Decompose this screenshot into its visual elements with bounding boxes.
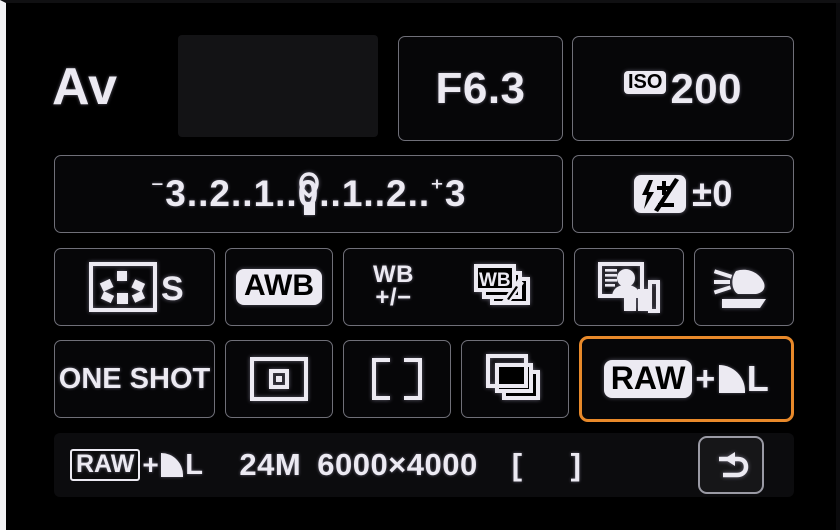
exposure-dots-1: .. xyxy=(186,173,210,214)
exposure-tick-plus3: 3 xyxy=(444,173,467,214)
auto-lighting-optimizer-button[interactable] xyxy=(574,248,684,326)
flash-exposure-compensation-field[interactable]: ±0 xyxy=(572,155,794,233)
raw-quality-icon: RAW xyxy=(603,360,693,398)
return-arrow-icon xyxy=(711,448,751,482)
af-operation-button[interactable]: ONE SHOT xyxy=(54,340,215,418)
iso-badge: ISO xyxy=(623,71,667,94)
metering-mode-icon xyxy=(713,263,774,311)
iso-value: 200 xyxy=(670,64,743,112)
svg-text:WB: WB xyxy=(479,270,511,291)
af-area-bracket-icon xyxy=(370,357,424,401)
status-raw-badge: RAW xyxy=(70,448,141,482)
status-plus-sign: + xyxy=(142,449,160,480)
fine-quality-glyph xyxy=(718,365,745,393)
status-bracket-close: ] xyxy=(570,447,582,482)
exposure-tick-minus3: 3 xyxy=(165,173,187,214)
flash-exposure-compensation-icon xyxy=(633,173,687,215)
exposure-dots-6: .. xyxy=(407,173,431,214)
picture-style-icon: S xyxy=(88,262,184,312)
status-resolution: 6000×4000 xyxy=(317,447,478,482)
white-balance-button[interactable]: AWB xyxy=(225,248,333,326)
status-fine-quality-glyph xyxy=(161,453,184,477)
drive-mode-button[interactable] xyxy=(461,340,569,418)
aperture-field[interactable]: F6.3 xyxy=(398,36,563,141)
quality-plus-sign: + xyxy=(695,359,716,398)
iso-field[interactable]: ISO 200 xyxy=(572,36,794,141)
exposure-zero-pointer xyxy=(298,172,319,199)
aperture-value: F6.3 xyxy=(435,63,526,113)
wb-shift-label-bottom: +/− xyxy=(375,284,412,311)
white-balance-correction-button[interactable]: WB +/− WB xyxy=(343,248,564,326)
auto-lighting-optimizer-icon xyxy=(598,261,660,313)
picture-style-button[interactable]: S xyxy=(54,248,215,326)
exposure-minus-sign: ⁻ xyxy=(150,173,166,203)
wb-bracketing-icon: WB xyxy=(472,261,534,313)
image-quality-group: RAW + L xyxy=(603,358,770,400)
exposure-compensation-scale[interactable]: ⁻3..2..1..0..1..2..⁺3 xyxy=(54,155,563,233)
metering-spot-button[interactable] xyxy=(225,340,333,418)
status-bar: RAW + L 24M 6000×4000 [ ] xyxy=(54,433,794,497)
shutter-speed-field[interactable] xyxy=(178,35,378,137)
awb-icon: AWB xyxy=(236,269,322,305)
exposure-dots-4: .. xyxy=(319,173,342,214)
exposure-dots-5: .. xyxy=(363,173,386,214)
exposure-level-indicator xyxy=(303,202,315,215)
iso-group: ISO 200 xyxy=(623,64,743,113)
exposure-tick-plus2: 2 xyxy=(385,173,408,214)
flash-compensation-group: ±0 xyxy=(633,173,733,215)
image-quality-button[interactable]: RAW + L xyxy=(579,336,794,422)
exposure-dots-2: .. xyxy=(231,173,254,214)
metering-mode-button[interactable] xyxy=(694,248,794,326)
status-bracket-open: [ xyxy=(511,447,523,482)
exposure-scale-wrap: ⁻3..2..1..0..1..2..⁺3 xyxy=(55,156,562,232)
camera-quick-control-screen: Av F6.3 ISO 200 ⁻3..2..1..0..1..2..⁺3 ±0… xyxy=(0,0,840,530)
flash-compensation-value: ±0 xyxy=(692,173,733,214)
exposure-plus-sign: ⁺ xyxy=(430,173,445,203)
status-megapixels: 24M xyxy=(239,447,302,482)
back-button[interactable] xyxy=(698,436,764,494)
quality-size-label: L xyxy=(746,358,770,399)
af-area-select-button[interactable] xyxy=(343,340,451,418)
shooting-mode-label: Av xyxy=(52,58,118,116)
svg-text:S: S xyxy=(161,270,184,308)
exposure-tick-minus1: 1 xyxy=(253,173,276,214)
af-mode-icon: ONE SHOT xyxy=(58,362,211,395)
evaluative-metering-icon xyxy=(250,357,308,401)
exposure-dots-3: .. xyxy=(275,173,298,214)
wb-shift-icon: WB +/− xyxy=(373,263,414,311)
exposure-tick-plus1: 1 xyxy=(341,173,364,214)
shooting-mode-display[interactable]: Av xyxy=(52,37,192,137)
exposure-tick-minus2: 2 xyxy=(209,173,231,214)
continuous-shooting-icon xyxy=(486,354,544,404)
status-size-label: L xyxy=(185,448,204,481)
